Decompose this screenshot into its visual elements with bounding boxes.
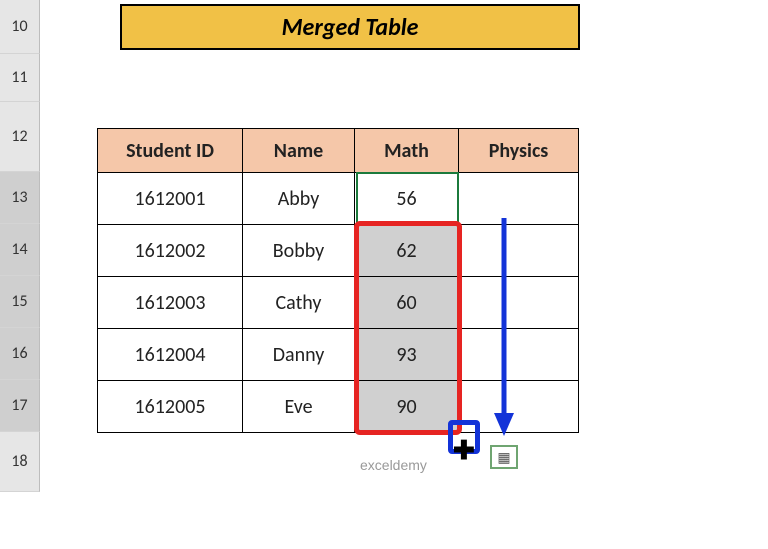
cell-physics[interactable]: [459, 381, 579, 433]
cell-math[interactable]: 56: [355, 173, 459, 225]
fill-handle-cursor-icon: ✚: [453, 434, 475, 466]
header-physics[interactable]: Physics: [459, 129, 579, 173]
row-header-18[interactable]: 18: [0, 432, 40, 492]
cell-math[interactable]: 90: [355, 381, 459, 433]
cell-math[interactable]: 62: [355, 225, 459, 277]
row-header-15[interactable]: 15: [0, 276, 40, 328]
header-student-id[interactable]: Student ID: [98, 129, 243, 173]
row-header-11[interactable]: 11: [0, 54, 40, 102]
cell-id[interactable]: 1612002: [98, 225, 243, 277]
cell-name[interactable]: Abby: [243, 173, 355, 225]
merged-table: Student ID Name Math Physics 1612001 Abb…: [97, 128, 579, 433]
row-header-10[interactable]: 10: [0, 0, 40, 54]
header-math[interactable]: Math: [355, 129, 459, 173]
cell-name[interactable]: Bobby: [243, 225, 355, 277]
table-row: 1612003 Cathy 60: [98, 277, 579, 329]
cell-name[interactable]: Cathy: [243, 277, 355, 329]
cell-name[interactable]: Danny: [243, 329, 355, 381]
autofill-options-button[interactable]: ▦: [490, 445, 518, 469]
table-row: 1612002 Bobby 62: [98, 225, 579, 277]
cell-physics[interactable]: [459, 277, 579, 329]
table-row: 1612004 Danny 93: [98, 329, 579, 381]
table-row: 1612001 Abby 56: [98, 173, 579, 225]
table-row: 1612005 Eve 90: [98, 381, 579, 433]
watermark: exceldemy: [360, 457, 427, 473]
cell-physics[interactable]: [459, 225, 579, 277]
header-name[interactable]: Name: [243, 129, 355, 173]
cell-id[interactable]: 1612005: [98, 381, 243, 433]
row-header-13[interactable]: 13: [0, 172, 40, 224]
cell-physics[interactable]: [459, 173, 579, 225]
row-header-16[interactable]: 16: [0, 328, 40, 380]
cell-id[interactable]: 1612001: [98, 173, 243, 225]
cell-id[interactable]: 1612003: [98, 277, 243, 329]
row-header-column: 10 11 12 13 14 15 16 17 18: [0, 0, 40, 492]
cell-math[interactable]: 60: [355, 277, 459, 329]
cell-math[interactable]: 93: [355, 329, 459, 381]
cell-physics[interactable]: [459, 329, 579, 381]
row-header-12[interactable]: 12: [0, 102, 40, 172]
cell-name[interactable]: Eve: [243, 381, 355, 433]
row-header-17[interactable]: 17: [0, 380, 40, 432]
cell-id[interactable]: 1612004: [98, 329, 243, 381]
page-title: Merged Table: [120, 4, 580, 50]
row-header-14[interactable]: 14: [0, 224, 40, 276]
